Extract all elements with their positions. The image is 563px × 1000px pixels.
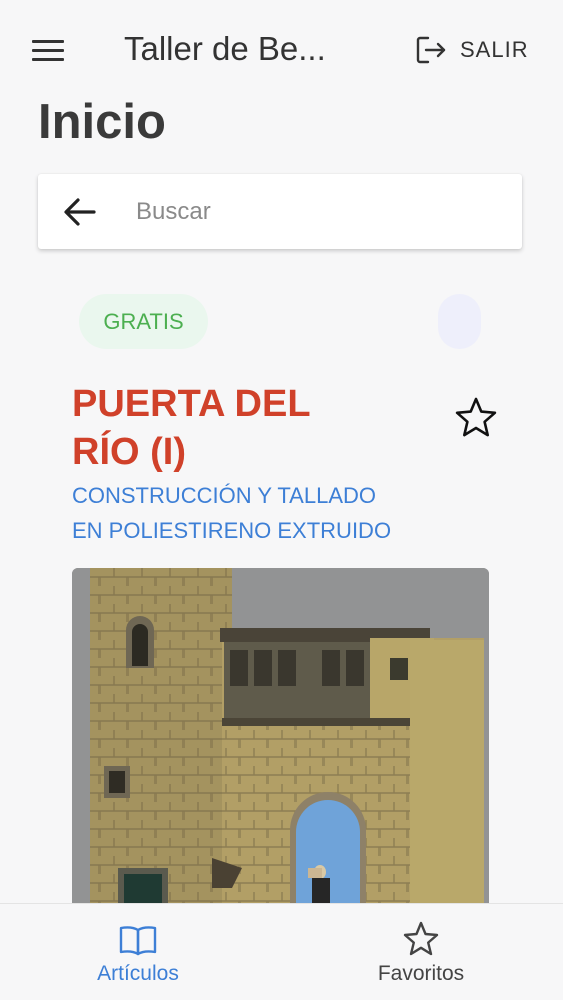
tab-articulos-label: Artículos (97, 962, 179, 985)
star-outline-icon (403, 921, 439, 956)
article-subtitle: CONSTRUCCIÓN Y TALLADO EN POLIESTIRENO E… (72, 478, 452, 548)
article-title-line-1: PUERTA DEL (72, 383, 311, 425)
article-title-line-2: RÍO (I) (72, 431, 186, 473)
arrow-left-icon[interactable] (60, 192, 100, 232)
favorite-star-icon[interactable] (452, 394, 500, 442)
logout-button[interactable]: SALIR (414, 32, 529, 68)
logout-icon (416, 36, 446, 64)
tab-articulos[interactable]: Artículos (38, 904, 238, 1000)
article-subtitle-line-2: EN POLIESTIRENO EXTRUIDO (72, 518, 392, 543)
top-app-bar: Taller de Be... SALIR (0, 0, 563, 96)
empty-badge (438, 294, 481, 349)
hamburger-menu-icon[interactable] (28, 32, 68, 68)
logout-label: SALIR (460, 37, 529, 62)
tab-favoritos[interactable]: Favoritos (321, 904, 521, 1000)
free-badge: GRATIS (79, 294, 208, 349)
search-input[interactable] (136, 192, 496, 232)
page-title: Inicio (38, 95, 166, 149)
article-image[interactable] (72, 568, 489, 908)
bottom-navigation: Artículos Favoritos (0, 903, 563, 1000)
article-title[interactable]: PUERTA DEL RÍO (I) (72, 380, 432, 476)
tab-favoritos-label: Favoritos (377, 962, 465, 985)
article-subtitle-line-1: CONSTRUCCIÓN Y TALLADO (72, 483, 376, 508)
open-book-icon (119, 926, 157, 956)
search-bar (38, 174, 522, 249)
app-title: Taller de Be... (124, 30, 326, 67)
